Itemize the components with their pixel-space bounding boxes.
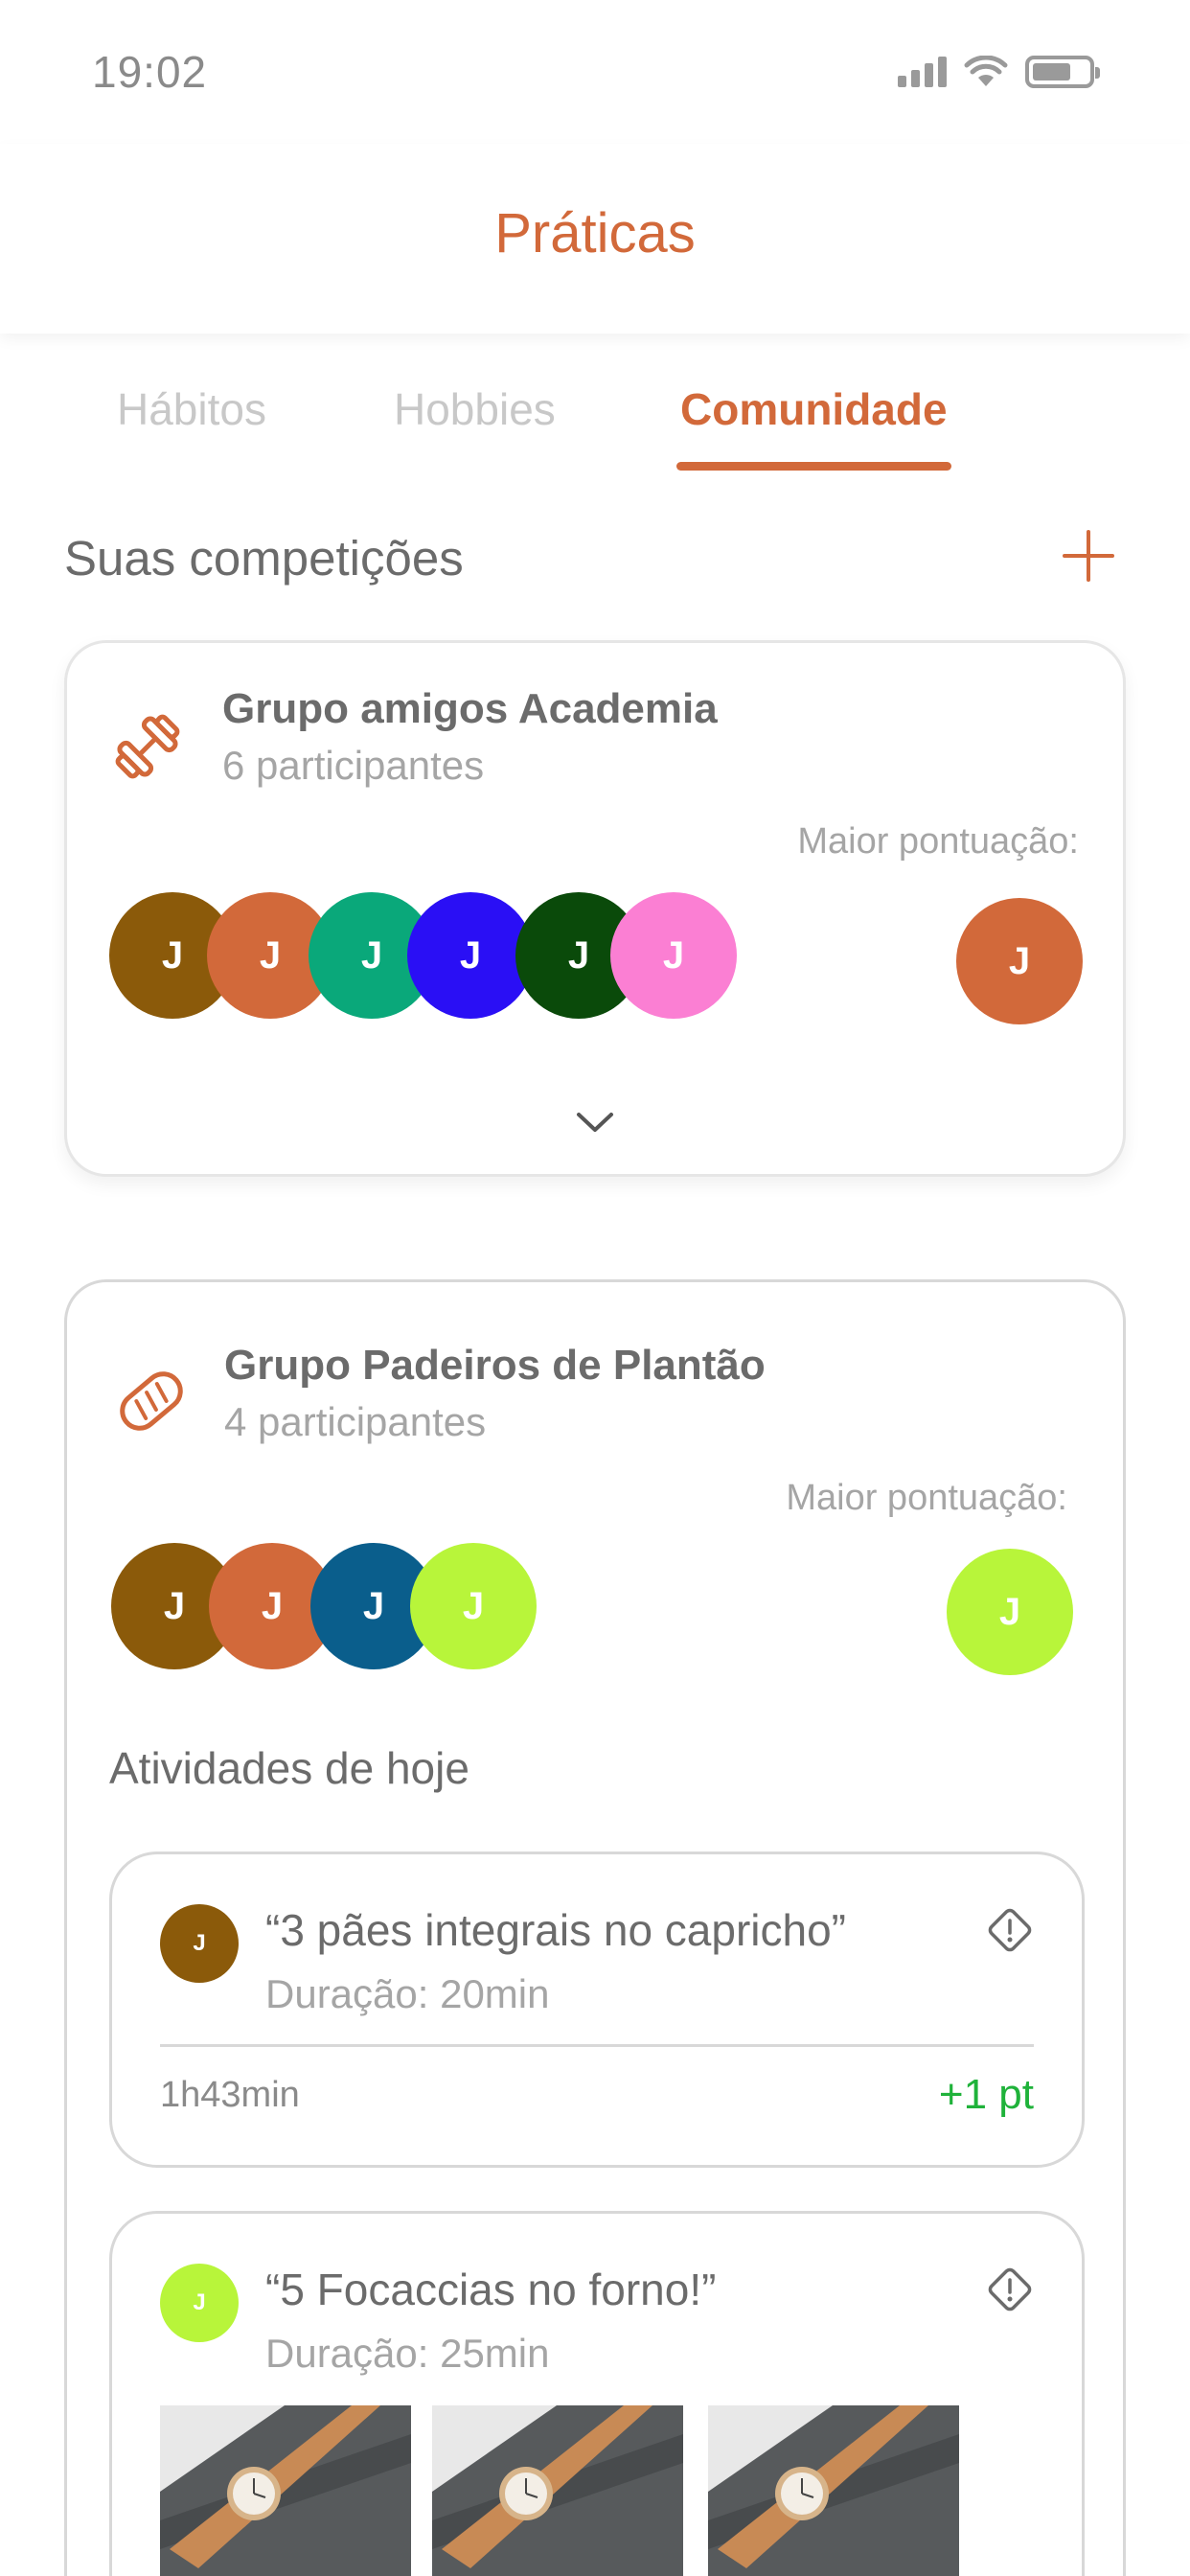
top-scorer-avatar: J <box>956 898 1083 1024</box>
battery-icon <box>1025 56 1100 88</box>
competition-card[interactable]: Grupo Padeiros de Plantão 4 participante… <box>64 1279 1126 2576</box>
status-icons <box>898 56 1100 88</box>
activity-user-avatar: J <box>160 1904 239 1983</box>
watch-photo[interactable] <box>708 2405 959 2576</box>
tab-comunidade[interactable]: Comunidade <box>680 383 948 435</box>
competition-card[interactable]: Grupo amigos Academia 6 participantes Ma… <box>64 640 1126 1177</box>
tab-bar: Hábitos Hobbies Comunidade <box>0 383 1190 479</box>
activity-duration: Duração: 20min <box>265 1971 550 2016</box>
chevron-down-icon[interactable] <box>571 1107 619 1138</box>
warning-diamond-icon[interactable] <box>982 1902 1038 1958</box>
plus-icon[interactable] <box>1062 529 1115 583</box>
divider <box>160 2044 1034 2047</box>
activity-title: “5 Focaccias no forno!” <box>265 2265 717 2314</box>
activity-user-avatar: J <box>160 2264 239 2342</box>
watch-photo[interactable] <box>432 2405 683 2576</box>
activity-title: “3 pães integrais no capricho” <box>265 1905 846 1955</box>
signal-icon <box>898 57 947 87</box>
top-scorer-avatar: J <box>947 1549 1073 1675</box>
activity-elapsed: 1h43min <box>160 2075 300 2115</box>
tab-hobbies[interactable]: Hobbies <box>394 383 556 435</box>
status-bar: 19:02 <box>0 0 1190 144</box>
wifi-icon <box>964 56 1008 86</box>
dumbbell-icon <box>115 714 180 779</box>
bread-icon <box>120 1371 183 1431</box>
page-title: Práticas <box>494 202 696 264</box>
app-header: Práticas <box>0 144 1190 334</box>
warning-diamond-icon[interactable] <box>982 2262 1038 2317</box>
activity-duration: Duração: 25min <box>265 2331 550 2376</box>
best-score-label: Maior pontuação: <box>797 821 1079 862</box>
activity-card[interactable]: J “5 Focaccias no forno!” Duração: 25min <box>109 2211 1085 2576</box>
tab-active-indicator <box>676 462 951 471</box>
status-time: 19:02 <box>92 47 208 97</box>
participants-count: 4 participantes <box>224 1399 487 1444</box>
section-title: Suas competições <box>64 531 464 586</box>
best-score-label: Maior pontuação: <box>786 1478 1067 1518</box>
activity-points: +1 pt <box>938 2071 1034 2118</box>
participants-count: 6 participantes <box>222 743 485 788</box>
participant-avatar: J <box>410 1543 537 1669</box>
watch-photo[interactable] <box>160 2405 411 2576</box>
participant-avatar: J <box>610 892 737 1019</box>
competition-name: Grupo Padeiros de Plantão <box>224 1342 766 1389</box>
tab-habitos[interactable]: Hábitos <box>117 383 266 435</box>
competition-name: Grupo amigos Academia <box>222 685 718 732</box>
activity-card[interactable]: J “3 pães integrais no capricho” Duração… <box>109 1852 1085 2168</box>
activities-heading: Atividades de hoje <box>109 1743 469 1793</box>
